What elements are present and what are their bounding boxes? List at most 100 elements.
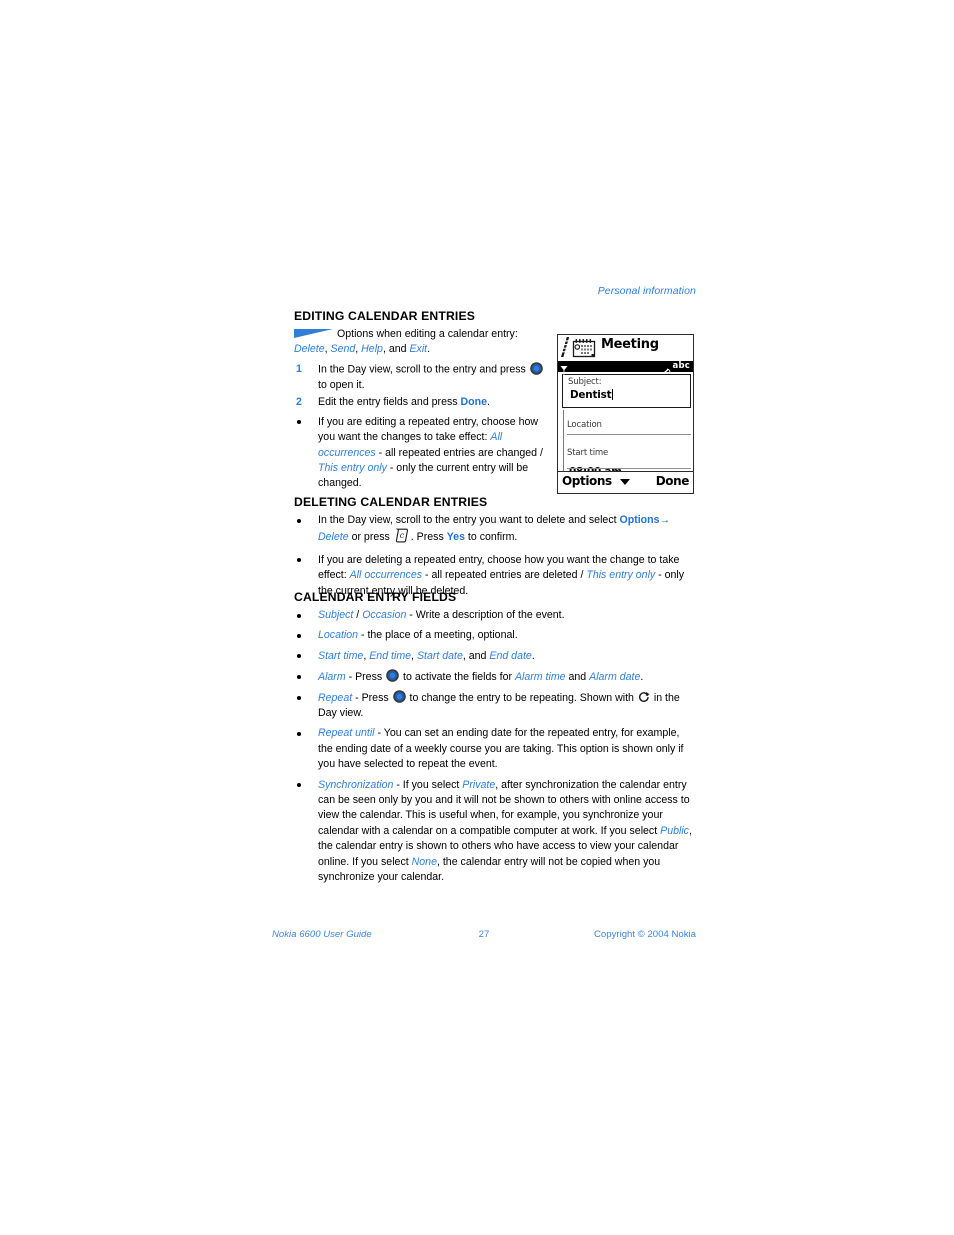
note-option-send: Send: [330, 343, 356, 355]
network-antenna-icon: [560, 361, 568, 375]
inline-term: This entry only: [586, 569, 656, 582]
inline-text: . Press: [410, 531, 447, 544]
editing-bullets-list: If you are editing a repeated entry, cho…: [294, 415, 544, 492]
inline-text: and: [565, 670, 590, 683]
bullet-dot-icon: [297, 518, 301, 523]
inline-term: Alarm time: [514, 670, 566, 683]
section-heading-editing: EDITING CALENDAR ENTRIES: [294, 309, 476, 323]
inline-text: to change the entry to be repeating. Sho…: [406, 691, 637, 704]
phone-form-rule: [563, 410, 565, 472]
inline-text: - If you select: [393, 778, 463, 791]
inline-term: None: [411, 855, 437, 868]
inline-text: If you are editing a repeated entry, cho…: [318, 415, 539, 444]
bullet-dot-icon: [297, 420, 301, 425]
inline-text: - Press: [352, 691, 392, 704]
note-option-exit: Exit: [409, 343, 428, 355]
bullet-dot-icon: [297, 613, 301, 618]
inline-text: .: [640, 670, 644, 683]
inline-text: /: [353, 609, 363, 621]
softkey-options-button[interactable]: Options: [562, 474, 612, 488]
inline-text: - Write a description of the event.: [406, 609, 565, 621]
calendar-icon: [572, 338, 596, 358]
inline-term: Start time: [318, 649, 364, 662]
bullet-text: Repeat - Press to change the entry to be…: [318, 690, 680, 719]
phone-field-label: Subject:: [568, 377, 602, 387]
phone-form-body: Subject: Dentist Location Start time 08:…: [558, 372, 693, 478]
bullet-text: Subject / Occasion - Write a description…: [318, 609, 565, 621]
section-calendar-entry-fields: CALENDAR ENTRY FIELDS Subject / Occasion…: [294, 590, 696, 891]
bullet-text: In the Day view, scroll to the entry you…: [318, 514, 670, 543]
note-text-editing: Options when editing a calendar entry:: [337, 328, 518, 340]
step-item-1: 1 In the Day view, scroll to the entry an…: [294, 362, 544, 393]
bullet-text: Repeat until - You can set an ending dat…: [318, 727, 684, 770]
inline-term: All occurrences: [349, 569, 423, 582]
note-option-delete: Delete: [294, 343, 325, 355]
inline-term: Public: [660, 824, 689, 837]
inline-term: Subject: [318, 609, 354, 621]
bullet-text: Alarm - Press to activate the fields for…: [318, 669, 644, 683]
note-wedge-icon: [294, 329, 333, 338]
list-item: Synchronization - If you select Private,…: [294, 778, 696, 886]
step-text-after: .: [487, 396, 490, 409]
phone-statusbar: abc: [558, 361, 693, 377]
inline-term: Synchronization: [318, 778, 394, 791]
step-text-before: In the Day view, scroll to the entry and…: [318, 363, 526, 376]
inline-emphasis: Options→: [619, 514, 671, 526]
step-emphasis-done: Done: [460, 396, 487, 409]
text-caret: [611, 389, 614, 400]
inline-text: - all repeated entries are deleted /: [422, 569, 587, 582]
bullet-text: Synchronization - If you select Private,…: [318, 779, 692, 883]
inline-text: or press: [348, 531, 393, 544]
inline-term: Repeat: [318, 691, 353, 704]
bullet-text: Start time, End time, Start date, and En…: [318, 650, 535, 662]
list-item: In the Day view, scroll to the entry you…: [294, 513, 696, 546]
fields-bullets-list: Subject / Occasion - Write a description…: [294, 608, 696, 886]
note-option-help: Help: [361, 343, 383, 355]
note-block-editing: Options when editing a calendar entry: D…: [294, 328, 518, 355]
inline-text: - all repeated entries are changed /: [375, 446, 543, 459]
running-head: Personal information: [597, 285, 696, 297]
phone-field-divider: [567, 468, 691, 469]
softkey-done-button[interactable]: Done: [656, 474, 690, 488]
phone-title: Meeting: [601, 337, 659, 352]
bullet-dot-icon: [297, 731, 301, 736]
phone-field-subject[interactable]: Subject: Dentist: [562, 374, 691, 408]
list-item: Repeat - Press to change the entry to be…: [294, 690, 696, 721]
inline-text: to confirm.: [464, 531, 518, 544]
list-item: Start time, End time, Start date, and En…: [294, 649, 696, 664]
list-item: If you are editing a repeated entry, cho…: [294, 415, 544, 492]
bullet-dot-icon: [297, 558, 301, 563]
text-mode-indicator: abc: [672, 361, 690, 371]
inline-term: Location: [318, 629, 359, 642]
svg-text:c: c: [400, 531, 405, 540]
inline-text: to activate the fields for: [400, 670, 515, 683]
list-item: Subject / Occasion - Write a description…: [294, 608, 696, 623]
inline-text: In the Day view, scroll to the entry you…: [318, 514, 620, 526]
editing-steps-list: 1 In the Day view, scroll to the entry an…: [294, 362, 544, 411]
bullet-text: Location - the place of a meeting, optio…: [318, 629, 518, 641]
inline-term: Alarm: [318, 670, 346, 683]
joystick-icon: [386, 669, 399, 683]
section-heading-fields: CALENDAR ENTRY FIELDS: [294, 590, 457, 604]
step-text-after: to open it.: [318, 378, 365, 391]
phone-field-value: Dentist: [570, 389, 614, 401]
step-item-2: 2 Edit the entry fields and press Done.: [294, 395, 544, 410]
phone-screenshot-figure: Meeting abc Subject: Dentist Location St…: [557, 334, 694, 494]
phone-titlebar: Meeting: [558, 335, 693, 361]
antenna-icon: [660, 362, 671, 377]
inline-term: End date: [489, 649, 532, 662]
step-number: 1: [296, 363, 302, 375]
clear-key-icon: c: [395, 528, 409, 543]
bullet-dot-icon: [297, 654, 301, 659]
bullet-dot-icon: [297, 695, 301, 700]
bullet-text: If you are editing a repeated entry, cho…: [318, 416, 543, 490]
step-number: 2: [296, 396, 302, 409]
inline-term: Repeat until: [318, 727, 375, 740]
joystick-icon: [392, 690, 406, 703]
inline-text: .: [531, 649, 535, 662]
bullet-dot-icon: [297, 674, 301, 679]
inline-text: - Press: [345, 670, 386, 683]
phone-field-location[interactable]: Location: [567, 412, 602, 431]
inline-text: - the place of a meeting, optional.: [358, 629, 518, 642]
inline-term: Private: [462, 778, 496, 791]
